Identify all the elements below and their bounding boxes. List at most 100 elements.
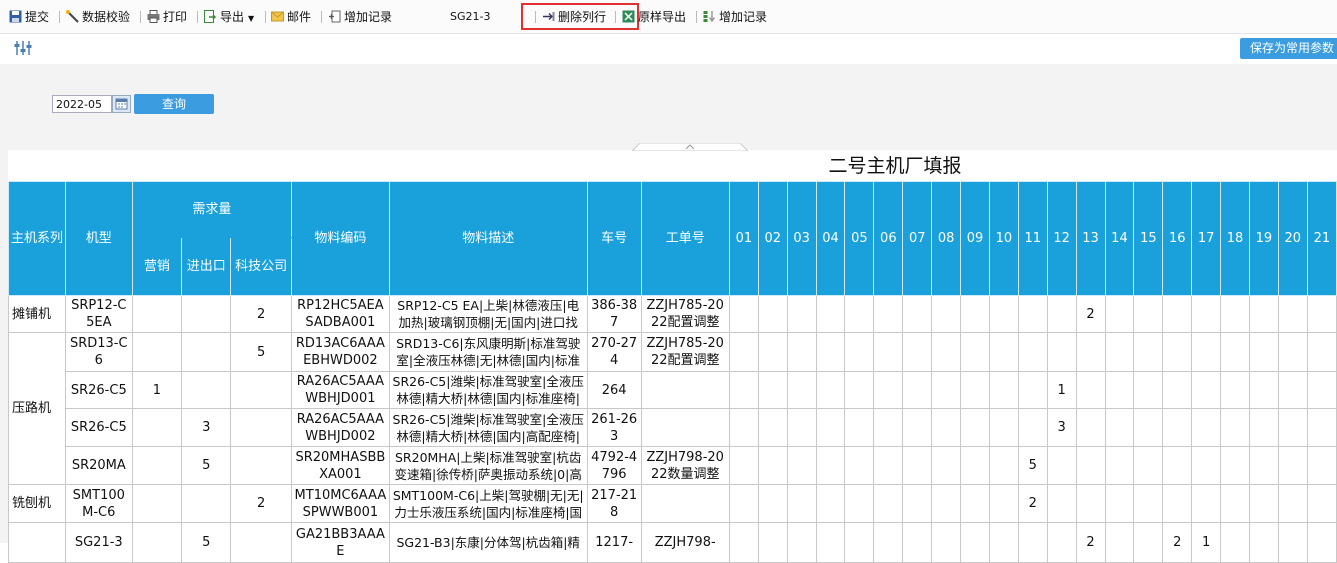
day-cell[interactable] (1162, 332, 1193, 372)
day-cell[interactable] (1248, 295, 1279, 333)
day-cell[interactable] (1277, 332, 1308, 372)
day-cell[interactable] (786, 332, 817, 372)
day-cell[interactable] (1248, 371, 1279, 409)
day-cell[interactable] (1191, 371, 1222, 409)
print-button[interactable]: 打印 (147, 8, 187, 26)
day-cell[interactable] (728, 332, 759, 372)
import-export-qty-cell[interactable]: 5 (181, 446, 232, 485)
sales-qty-cell[interactable] (131, 446, 183, 485)
day-cell[interactable] (1162, 484, 1193, 523)
day-cell[interactable] (786, 295, 817, 333)
day-cell[interactable] (786, 446, 817, 485)
sales-qty-cell[interactable]: 1 (131, 371, 183, 409)
day-cell[interactable] (902, 446, 933, 485)
sliders-icon[interactable] (13, 40, 33, 56)
day-cell[interactable] (1220, 446, 1250, 485)
tech-qty-cell[interactable]: 2 (230, 295, 293, 333)
sales-qty-cell[interactable] (131, 408, 183, 447)
day-cell[interactable] (988, 332, 1019, 372)
day-cell[interactable] (1133, 295, 1164, 333)
day-cell[interactable] (931, 484, 962, 523)
day-cell[interactable] (1162, 446, 1193, 485)
day-cell[interactable] (902, 295, 933, 333)
calendar-icon[interactable] (112, 95, 131, 113)
mail-button[interactable]: 邮件 (271, 8, 311, 26)
day-cell[interactable] (931, 408, 962, 447)
day-cell[interactable] (1277, 371, 1308, 409)
day-cell[interactable] (1046, 446, 1077, 485)
day-cell[interactable] (931, 371, 962, 409)
day-cell[interactable] (1104, 446, 1135, 485)
add-record-button[interactable]: 增加记录 (328, 8, 392, 26)
day-cell[interactable] (1133, 371, 1164, 409)
day-cell[interactable] (1104, 332, 1135, 372)
day-cell[interactable] (786, 408, 817, 447)
day-cell[interactable] (844, 484, 875, 523)
day-cell[interactable] (988, 484, 1019, 523)
day-cell[interactable] (815, 295, 846, 333)
day-cell[interactable] (1306, 446, 1337, 485)
day-cell[interactable] (1075, 408, 1106, 447)
add-record2-button[interactable]: 增加记录 (703, 8, 767, 26)
day-cell[interactable] (1133, 484, 1164, 523)
day-cell[interactable] (1191, 408, 1222, 447)
day-cell[interactable]: 2 (1017, 484, 1048, 523)
day-cell[interactable] (902, 332, 933, 372)
collapse-handle-icon[interactable] (632, 143, 748, 151)
day-cell[interactable] (960, 295, 990, 333)
day-cell[interactable] (988, 446, 1019, 485)
import-export-qty-cell[interactable] (181, 484, 232, 523)
day-cell[interactable] (873, 371, 904, 409)
day-cell[interactable] (1104, 408, 1135, 447)
submit-button[interactable]: 提交 (9, 8, 49, 26)
sample-export-button[interactable]: 原样导出 (622, 8, 686, 26)
day-cell[interactable] (988, 295, 1019, 333)
date-input[interactable]: 2022-05 (52, 95, 112, 113)
day-cell[interactable] (1133, 332, 1164, 372)
day-cell[interactable] (902, 484, 933, 523)
day-cell[interactable] (931, 446, 962, 485)
day-cell[interactable] (931, 295, 962, 333)
day-cell[interactable] (1220, 408, 1250, 447)
save-params-button[interactable]: 保存为常用参数 (1240, 38, 1337, 59)
day-cell[interactable] (873, 484, 904, 523)
day-cell[interactable] (1306, 484, 1337, 523)
import-export-qty-cell[interactable]: 3 (181, 408, 232, 447)
day-cell[interactable] (1104, 371, 1135, 409)
tech-qty-cell[interactable] (230, 371, 293, 409)
day-cell[interactable] (1017, 408, 1048, 447)
sales-qty-cell[interactable] (131, 295, 183, 333)
day-cell[interactable] (1220, 295, 1250, 333)
day-cell[interactable] (1162, 408, 1193, 447)
day-cell[interactable] (1220, 332, 1250, 372)
day-cell[interactable] (1277, 408, 1308, 447)
day-cell[interactable] (728, 371, 759, 409)
day-cell[interactable] (960, 371, 990, 409)
day-cell[interactable] (988, 371, 1019, 409)
day-cell[interactable] (1104, 484, 1135, 523)
day-cell[interactable] (873, 332, 904, 372)
day-cell[interactable] (1017, 332, 1048, 372)
day-cell[interactable] (1162, 295, 1193, 333)
day-cell[interactable] (1220, 371, 1250, 409)
day-cell[interactable] (844, 408, 875, 447)
day-cell[interactable] (815, 332, 846, 372)
day-cell[interactable] (960, 484, 990, 523)
sales-qty-cell[interactable] (131, 332, 183, 372)
delete-row-button[interactable]: 删除列行 (542, 8, 606, 26)
day-cell[interactable] (815, 371, 846, 409)
day-cell[interactable] (931, 332, 962, 372)
day-cell[interactable] (728, 484, 759, 523)
day-cell[interactable] (1104, 295, 1135, 333)
day-cell[interactable] (844, 371, 875, 409)
day-cell[interactable] (844, 295, 875, 333)
day-cell[interactable] (902, 408, 933, 447)
day-cell[interactable] (815, 408, 846, 447)
day-cell[interactable] (1306, 371, 1337, 409)
day-cell[interactable] (1248, 446, 1279, 485)
day-cell[interactable]: 2 (1075, 295, 1106, 333)
day-cell[interactable] (1248, 332, 1279, 372)
day-cell[interactable] (728, 295, 759, 333)
day-cell[interactable]: 3 (1046, 408, 1077, 447)
tech-qty-cell[interactable]: 2 (230, 484, 293, 523)
